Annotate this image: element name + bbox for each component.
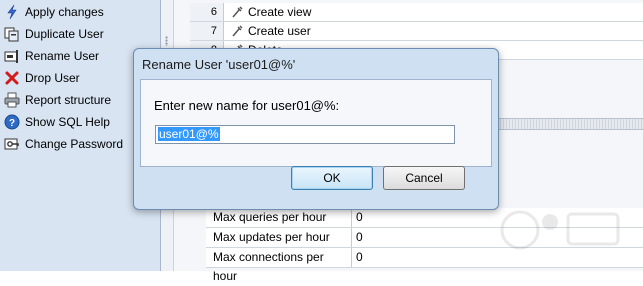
- key-icon: [4, 136, 20, 152]
- red-x-icon: [4, 70, 20, 86]
- row-number: 7: [190, 22, 224, 40]
- cancel-button[interactable]: Cancel: [383, 166, 465, 190]
- sidebar-item-label: Change Password: [25, 137, 124, 151]
- rename-user-dialog: Rename User 'user01@%' Enter new name fo…: [133, 48, 499, 210]
- splitter-grip: [165, 36, 168, 46]
- ok-button[interactable]: OK: [291, 166, 373, 190]
- dialog-body: Enter new name for user01@%: user01@%: [140, 79, 492, 167]
- watermark-logo: [500, 210, 620, 250]
- limit-value[interactable]: 0: [356, 208, 363, 227]
- privilege-icon: [230, 5, 244, 19]
- row-number: 6: [190, 3, 224, 21]
- help-icon: ?: [4, 114, 20, 130]
- printer-icon: [4, 92, 20, 108]
- sidebar-item-apply-changes[interactable]: Apply changes: [4, 2, 158, 22]
- rename-prompt: Enter new name for user01@%:: [154, 98, 340, 113]
- sidebar-item-label: Show SQL Help: [25, 115, 110, 129]
- sidebar-item-label: Report structure: [25, 93, 112, 107]
- sidebar-item-duplicate-user[interactable]: Duplicate User: [4, 24, 158, 44]
- limit-name: Max updates per hour: [206, 228, 352, 247]
- selected-text: user01@%: [158, 127, 220, 141]
- new-name-input[interactable]: user01@%: [155, 125, 455, 144]
- lightning-icon: [4, 4, 20, 20]
- limit-name: Max queries per hour: [206, 208, 352, 227]
- sidebar-item-label: Rename User: [25, 49, 100, 63]
- privilege-icon: [230, 24, 244, 38]
- limit-value[interactable]: 0: [356, 228, 363, 247]
- limit-value[interactable]: 0: [356, 248, 363, 267]
- svg-text:?: ?: [9, 118, 15, 129]
- sidebar-item-label: Duplicate User: [25, 27, 104, 41]
- table-row[interactable]: 6 Create view: [190, 3, 643, 22]
- sidebar-item-label: Drop User: [25, 71, 80, 85]
- privilege-label: Create view: [248, 5, 312, 19]
- dialog-title: Rename User 'user01@%': [142, 57, 296, 72]
- limit-name: Max connections per hour: [206, 248, 352, 283]
- privilege-label: Create user: [248, 24, 311, 38]
- sidebar-item-label: Apply changes: [25, 5, 104, 19]
- table-row[interactable]: 7 Create user: [190, 22, 643, 41]
- dialog-footer: OK Cancel: [140, 166, 490, 204]
- rename-icon: [4, 48, 20, 64]
- duplicate-icon: [4, 26, 20, 42]
